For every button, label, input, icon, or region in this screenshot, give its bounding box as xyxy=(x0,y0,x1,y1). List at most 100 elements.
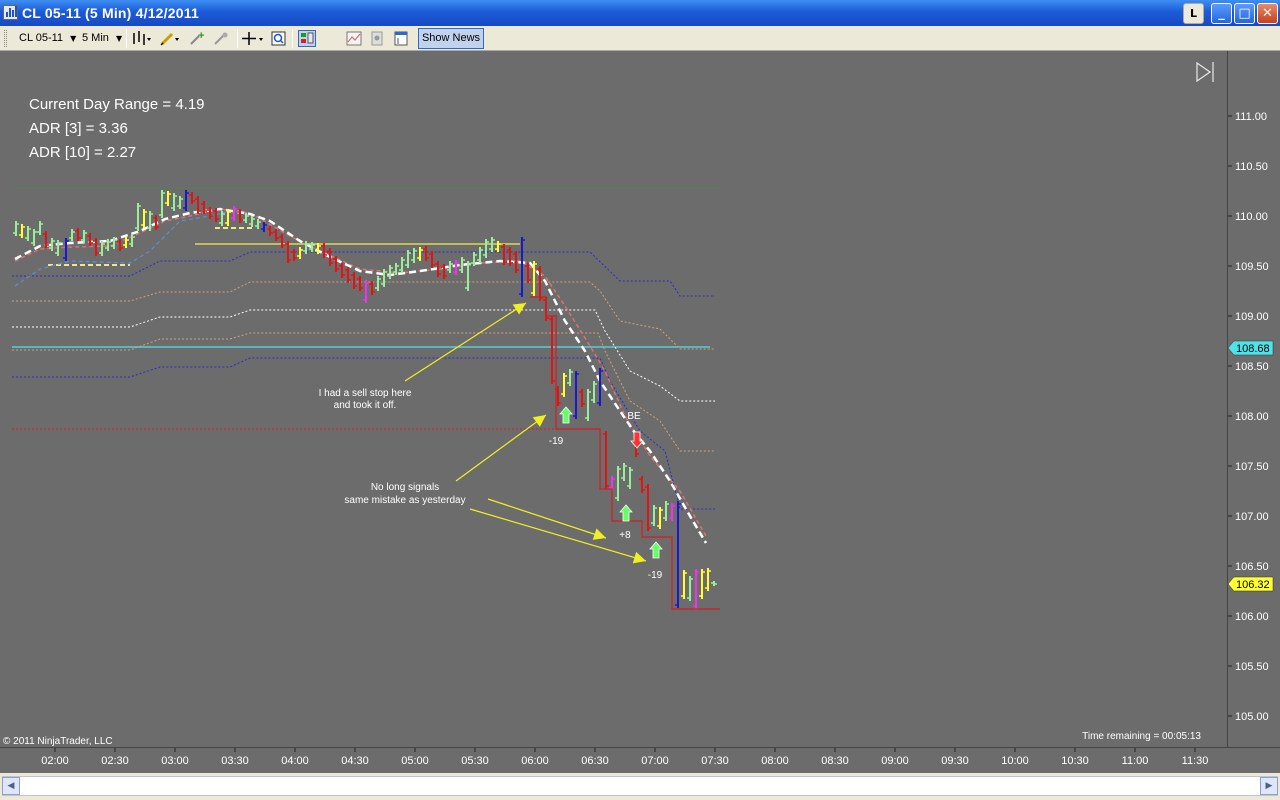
annotation-no-long-line2: same mistake as yesterday xyxy=(344,495,465,506)
price-bar xyxy=(69,229,75,241)
scroll-right-arrow-icon[interactable]: ▶ xyxy=(1260,777,1278,795)
price-chart[interactable]: Current Day Range = 4.19 ADR [3] = 3.36 … xyxy=(0,51,1227,747)
price-bar xyxy=(261,222,267,232)
price-bar xyxy=(477,247,483,263)
blue-upper-band xyxy=(12,251,715,297)
price-tick-label: 108.00 xyxy=(1235,411,1269,423)
time-axis[interactable]: 02:00 02:30 03:00 03:30 04:00 04:30 05:00 05:30… xyxy=(0,747,1280,773)
price-bar xyxy=(279,234,285,248)
go-to-end-icon[interactable] xyxy=(1196,61,1214,83)
price-tick-label: 107.50 xyxy=(1235,461,1269,473)
price-bar xyxy=(207,207,213,219)
time-tick-label: 03:30 xyxy=(221,755,249,767)
price-bar xyxy=(141,209,147,228)
strategy-icon[interactable] xyxy=(212,30,230,47)
chart-panel[interactable]: Current Day Range = 4.19 ADR [3] = 3.36 … xyxy=(0,51,1278,747)
price-bar xyxy=(675,501,681,608)
white-ma-line xyxy=(14,207,708,544)
toolbar-grip[interactable] xyxy=(4,30,7,47)
price-bar xyxy=(267,226,273,236)
time-tick-label: 11:30 xyxy=(1182,755,1209,767)
bars-style-icon[interactable] xyxy=(131,30,151,47)
price-bar xyxy=(681,570,687,599)
maximize-button[interactable]: □ xyxy=(1234,3,1255,24)
current-day-range-label: Current Day Range = 4.19 xyxy=(29,96,205,113)
time-tick-label: 08:30 xyxy=(821,755,849,767)
price-tick-label: 106.50 xyxy=(1235,561,1269,573)
price-bar xyxy=(507,247,513,266)
price-bar xyxy=(231,206,237,221)
price-bar xyxy=(189,192,195,204)
annotation-arrow-sell-stop-shaft xyxy=(404,302,527,382)
annotation-arrow-sell-stop-head xyxy=(512,303,526,315)
close-button[interactable]: ✕ xyxy=(1257,3,1278,24)
price-bar xyxy=(567,369,573,386)
price-bar xyxy=(19,224,25,238)
time-tick-label: 05:30 xyxy=(461,755,489,767)
chevron-down-icon: ▼ xyxy=(115,34,123,43)
time-tick-label: 02:30 xyxy=(101,755,129,767)
annotation-arrow-no-long-2-head xyxy=(592,528,606,540)
interval-selector[interactable]: 5 Min ▼ xyxy=(82,30,122,47)
price-bar xyxy=(645,484,651,531)
price-bar xyxy=(573,371,579,419)
price-bar xyxy=(135,203,141,231)
annotation-arrows xyxy=(404,302,647,564)
link-button[interactable]: L xyxy=(1183,3,1204,24)
properties-icon[interactable] xyxy=(368,30,386,47)
time-remaining-label: Time remaining = 00:05:13 xyxy=(1082,731,1201,742)
long-signal-arrow-icon xyxy=(559,406,573,424)
price-bar xyxy=(171,193,177,211)
chart-toolbar: CL 05-11 ▼ 5 Min ▼ + Show News xyxy=(0,26,1280,51)
annotation-arrow-sell-stop xyxy=(404,302,527,382)
price-bar xyxy=(381,269,387,287)
price-bar xyxy=(75,228,81,241)
svg-text:+: + xyxy=(198,30,204,42)
pencil-draw-icon[interactable] xyxy=(159,30,179,47)
time-tick-label: 04:30 xyxy=(341,755,369,767)
price-bar xyxy=(123,237,129,248)
price-bar xyxy=(669,503,675,521)
chart-window-icon xyxy=(3,5,18,20)
price-tick-label: 105.00 xyxy=(1235,711,1269,723)
time-tick-label: 11:00 xyxy=(1122,755,1149,767)
data-box-icon[interactable] xyxy=(345,30,363,47)
price-bar xyxy=(37,221,43,235)
crosshair-icon[interactable] xyxy=(241,30,263,47)
price-bar xyxy=(597,368,603,406)
template-icon[interactable] xyxy=(392,30,410,47)
scrollbar-track[interactable] xyxy=(2,776,1278,796)
price-bar xyxy=(603,431,609,489)
price-tick-label: 106.00 xyxy=(1235,611,1269,623)
chart-trader-icon[interactable] xyxy=(298,30,316,47)
adr-3-label: ADR [3] = 3.36 xyxy=(29,120,128,137)
time-tick-label: 05:00 xyxy=(401,755,429,767)
window-title: CL 05-11 (5 Min) 4/12/2011 xyxy=(22,5,199,21)
price-bar xyxy=(687,576,693,601)
zoom-icon[interactable] xyxy=(270,30,288,47)
price-axis[interactable]: 111.00 110.50 110.00 109.50 109.00 108.50 108.… xyxy=(1227,51,1280,747)
horizontal-scrollbar[interactable]: ◀ ▶ xyxy=(0,773,1280,800)
add-indicator-icon[interactable]: + xyxy=(188,30,206,47)
time-tick-label: 10:00 xyxy=(1001,755,1029,767)
adr-10-label: ADR [10] = 2.27 xyxy=(29,144,136,161)
red-ma-line xyxy=(14,208,707,537)
chevron-down-icon: ▼ xyxy=(70,34,77,43)
price-bar xyxy=(81,230,87,243)
price-bar xyxy=(711,581,717,586)
time-tick-label: 09:00 xyxy=(881,755,909,767)
show-news-button[interactable]: Show News xyxy=(418,28,484,49)
price-bar xyxy=(429,251,435,268)
price-bar xyxy=(423,246,429,261)
price-bar xyxy=(399,257,405,273)
long-signal-arrow-icon xyxy=(619,504,633,522)
minimize-button[interactable]: _ xyxy=(1211,3,1232,24)
price-tick-label: 105.50 xyxy=(1235,661,1269,673)
scroll-left-arrow-icon[interactable]: ◀ xyxy=(2,777,20,795)
price-bar xyxy=(13,221,19,236)
instrument-selector[interactable]: CL 05-11 ▼ xyxy=(19,30,76,47)
time-tick-label: 08:00 xyxy=(761,755,789,767)
copyright-label: © 2011 NinjaTrader, LLC xyxy=(3,736,113,747)
price-tag-cyan-text: 108.68 xyxy=(1236,343,1270,355)
time-tick-label: 02:00 xyxy=(41,755,69,767)
